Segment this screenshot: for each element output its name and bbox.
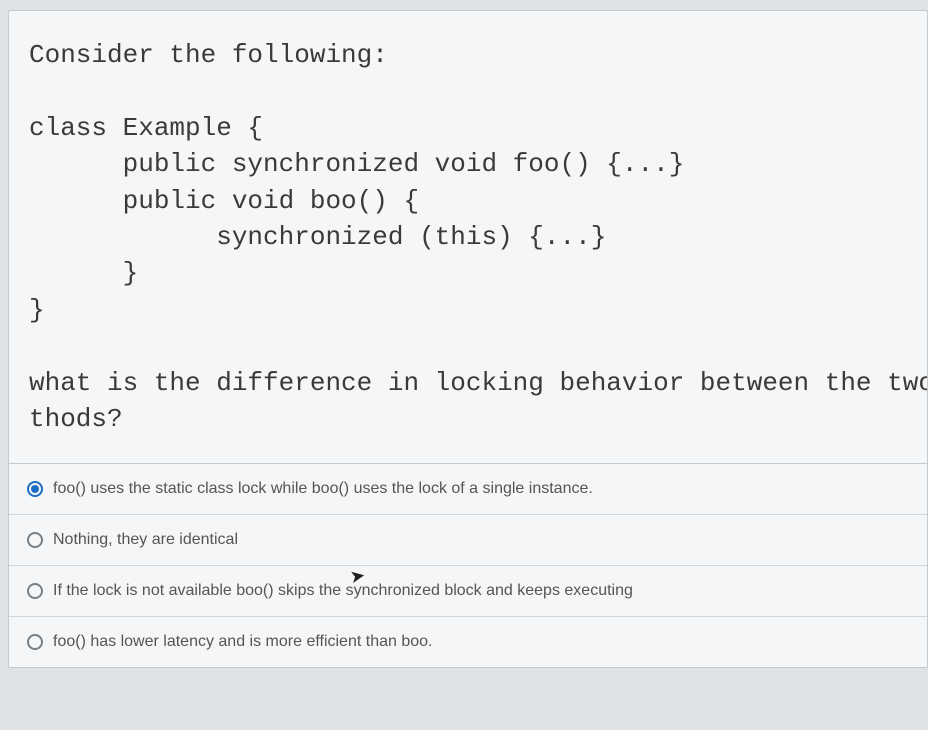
option-label: If the lock is not available boo() skips… <box>53 582 909 600</box>
option-a[interactable]: foo() uses the static class lock while b… <box>9 464 927 514</box>
option-label: foo() has lower latency and is more effi… <box>53 633 909 651</box>
radio-icon <box>27 583 43 599</box>
radio-icon <box>27 532 43 548</box>
option-b[interactable]: Nothing, they are identical <box>9 514 927 565</box>
question-card: Consider the following: class Example { … <box>8 10 928 668</box>
code-sample: class Example { public synchronized void… <box>29 113 684 325</box>
option-label: foo() uses the static class lock while b… <box>53 480 909 498</box>
question-text-block: Consider the following: class Example { … <box>9 11 927 464</box>
option-label: Nothing, they are identical <box>53 531 909 549</box>
question-intro: Consider the following: <box>29 40 388 70</box>
question-prompt-line1: what is the difference in locking behavi… <box>29 368 927 398</box>
radio-icon <box>27 481 43 497</box>
question-prompt-line2: thods? <box>29 404 123 434</box>
radio-icon <box>27 634 43 650</box>
answer-options: foo() uses the static class lock while b… <box>9 464 927 667</box>
option-d[interactable]: foo() has lower latency and is more effi… <box>9 616 927 667</box>
option-c[interactable]: If the lock is not available boo() skips… <box>9 565 927 616</box>
